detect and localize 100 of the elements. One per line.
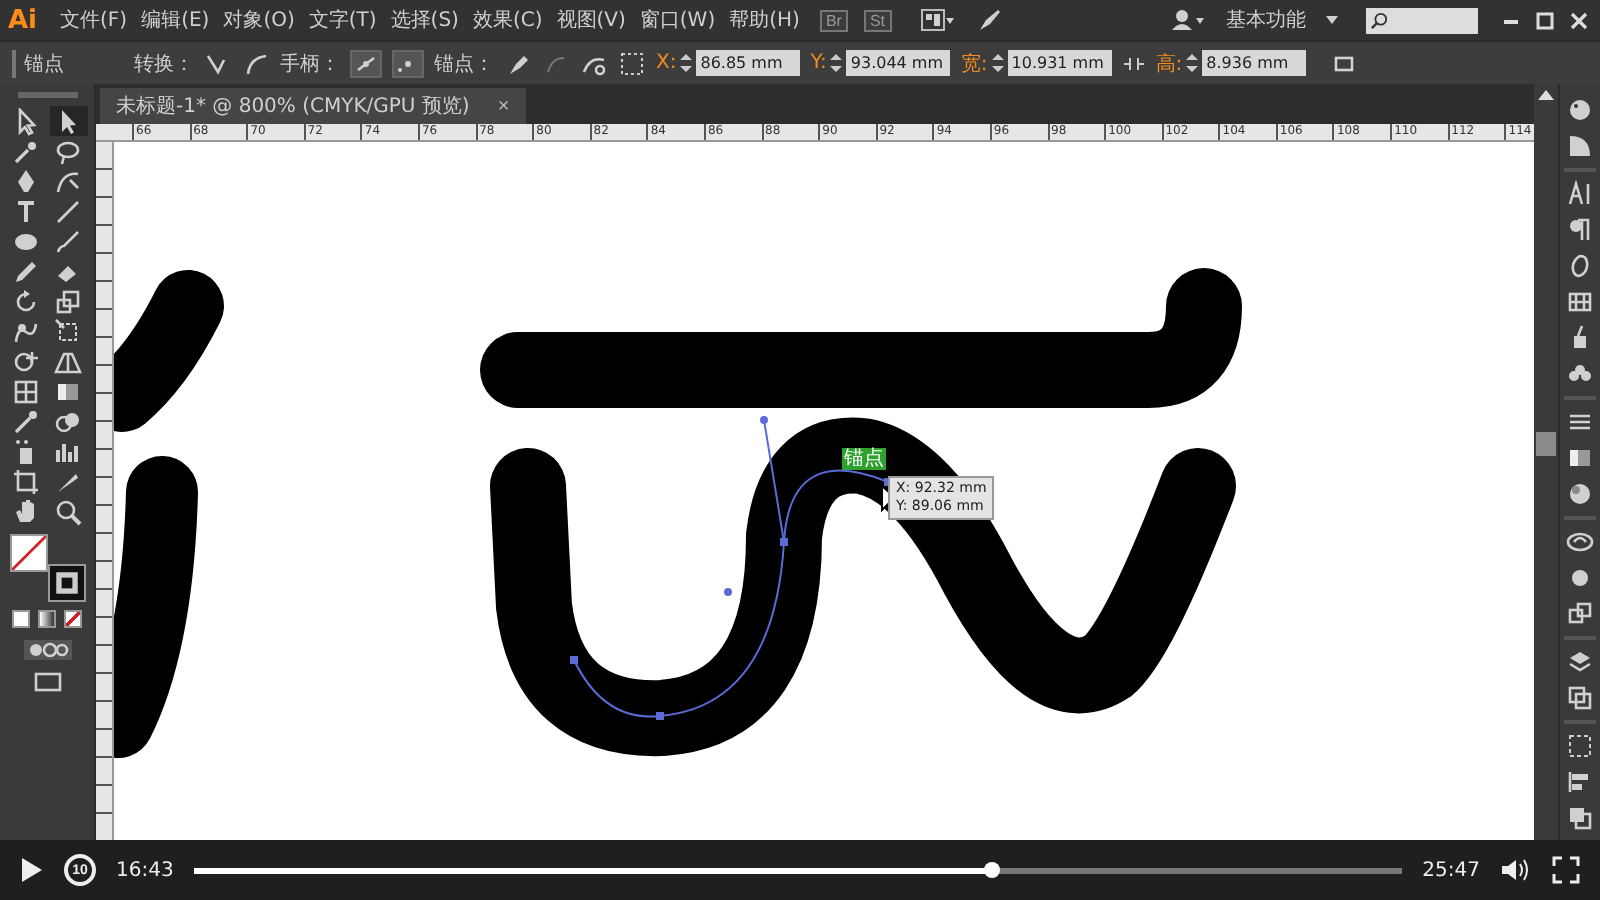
- menu-item[interactable]: 对象(O): [219, 6, 299, 34]
- progress-thumb[interactable]: [983, 861, 1000, 877]
- scale-icon: [54, 287, 82, 315]
- align-icon[interactable]: [1566, 768, 1594, 796]
- layers-icon[interactable]: [1566, 648, 1594, 676]
- gradient-icon[interactable]: [1566, 444, 1594, 472]
- fullscreen-icon[interactable]: [1552, 856, 1580, 884]
- person-icon[interactable]: [1170, 8, 1206, 32]
- menu-item[interactable]: 窗口(W): [635, 6, 720, 34]
- blend-icon: [54, 407, 82, 435]
- direct-select-tool[interactable]: [49, 106, 87, 136]
- gradient-mode-button[interactable]: [38, 610, 56, 628]
- pencil-icon: [12, 257, 40, 285]
- close-icon[interactable]: [1570, 11, 1588, 29]
- anchor-label: 锚点: [842, 448, 886, 470]
- workspace-switcher[interactable]: 基本功能: [1226, 6, 1306, 34]
- artboard-icon: [12, 467, 40, 495]
- connect-anchor-button[interactable]: [542, 51, 570, 75]
- remove-anchor-icon: [504, 51, 532, 75]
- tab-close-button[interactable]: ×: [497, 95, 510, 117]
- draw-mode-icon[interactable]: [23, 640, 71, 660]
- show-handles-button[interactable]: [350, 49, 382, 77]
- fill-swatch[interactable]: [9, 534, 47, 572]
- height-field[interactable]: 8.936 mm: [1202, 50, 1307, 76]
- menu-item[interactable]: 文字(T): [304, 6, 381, 34]
- dashed-square-icon[interactable]: [1566, 732, 1594, 760]
- width-field[interactable]: 10.931 mm: [1007, 50, 1112, 76]
- convert-label: 转换：: [134, 51, 194, 77]
- search-icon: [1370, 11, 1388, 29]
- grid-icon[interactable]: [1566, 288, 1594, 316]
- wand-icon: [12, 137, 40, 165]
- caret-icon[interactable]: [1326, 16, 1338, 24]
- progress-track[interactable]: [193, 867, 1403, 873]
- app-button[interactable]: St: [863, 9, 891, 31]
- x-field[interactable]: 86.85 mm: [696, 50, 801, 76]
- line-icon: [54, 197, 82, 225]
- handles-label: 手柄：: [280, 51, 340, 77]
- align-points-icon: [618, 51, 646, 75]
- swirl-icon[interactable]: [1566, 528, 1594, 556]
- brush-icon: [54, 227, 82, 255]
- layout-icon[interactable]: [919, 8, 955, 32]
- rotate-icon: [12, 287, 40, 315]
- stacked-rectangles-icon[interactable]: [1566, 684, 1594, 712]
- color-mode-button[interactable]: [12, 610, 30, 628]
- align-points-button[interactable]: [618, 51, 646, 75]
- none-mode-button[interactable]: [64, 610, 82, 628]
- current-time: 16:43: [116, 859, 174, 881]
- field-label: 宽:: [960, 51, 988, 77]
- italic-o-icon[interactable]: [1566, 252, 1594, 280]
- hide-handles-button[interactable]: [392, 49, 424, 77]
- stroke-swatch[interactable]: [47, 564, 85, 602]
- play-button[interactable]: [20, 856, 44, 884]
- vertical-scrollbar[interactable]: [1534, 84, 1558, 840]
- curvature-icon: [54, 167, 82, 195]
- selected-path-drawing[interactable]: [570, 416, 892, 720]
- scroll-up-icon[interactable]: [1538, 88, 1554, 100]
- corner-shape-icon[interactable]: [1566, 132, 1594, 160]
- duration: 25:47: [1422, 859, 1480, 881]
- zoom-icon: [54, 497, 82, 525]
- app-logo: Ai: [8, 5, 40, 35]
- pathfinder-icon[interactable]: [1566, 804, 1594, 832]
- remove-anchor-button[interactable]: [504, 51, 532, 75]
- selection-label: 锚点: [12, 49, 124, 77]
- smooth-point-icon: [242, 51, 270, 75]
- connect-anchor-icon: [542, 51, 570, 75]
- type-icon: [12, 197, 40, 225]
- scrollbar-thumb[interactable]: [1536, 432, 1556, 456]
- transform-icon[interactable]: [1332, 53, 1357, 73]
- document-tab[interactable]: 未标题-1* @ 800% (CMYK/GPU 预览) ×: [100, 88, 526, 124]
- menu-item[interactable]: 文件(F): [56, 6, 132, 34]
- y-field[interactable]: 93.044 mm: [846, 50, 951, 76]
- show-handles-icon: [352, 51, 380, 75]
- perspective-icon: [54, 347, 82, 375]
- paragraph-icon[interactable]: [1566, 216, 1594, 244]
- menu-item[interactable]: 选择(S): [386, 6, 463, 34]
- eyedropper-icon: [12, 407, 40, 435]
- field-label: X:: [656, 52, 677, 74]
- shape-builder-icon: [12, 347, 40, 375]
- app-button[interactable]: Br: [819, 9, 848, 31]
- pen-icon: [12, 167, 40, 195]
- lasso-icon: [54, 137, 82, 165]
- mesh-icon: [12, 377, 40, 405]
- hand-icon: [12, 497, 40, 525]
- maximize-icon[interactable]: [1536, 11, 1554, 29]
- menu-item[interactable]: 帮助(H): [725, 6, 804, 34]
- menu-item[interactable]: 视图(V): [552, 6, 630, 34]
- search-field[interactable]: [1366, 7, 1478, 33]
- link-icon[interactable]: [1121, 53, 1146, 73]
- palette-icon[interactable]: [1566, 96, 1594, 124]
- smooth-point-button[interactable]: [242, 51, 270, 75]
- character-icon[interactable]: [1566, 180, 1594, 208]
- anchors-label: 锚点：: [434, 51, 494, 77]
- squares-icon[interactable]: [1566, 600, 1594, 628]
- screen-mode-icon[interactable]: [33, 672, 61, 692]
- menu-item[interactable]: 编辑(E): [137, 6, 214, 34]
- menu-item[interactable]: 效果(C): [468, 6, 547, 34]
- panel-grip[interactable]: [17, 92, 77, 98]
- volume-icon[interactable]: [1500, 858, 1532, 882]
- field-label: Y:: [810, 52, 827, 74]
- sphere-icon[interactable]: [1566, 480, 1594, 508]
